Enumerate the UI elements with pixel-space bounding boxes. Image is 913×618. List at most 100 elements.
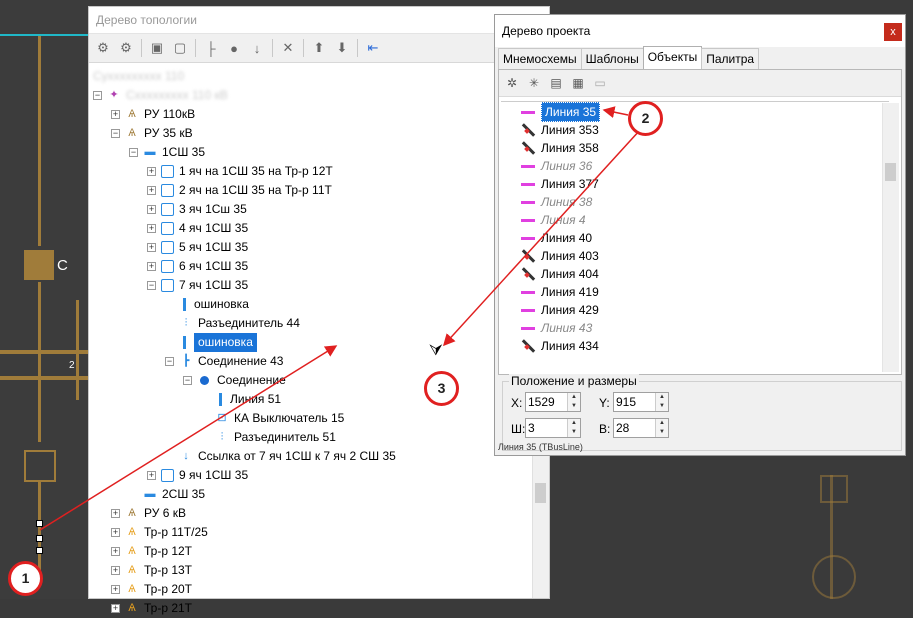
delete-icon[interactable]: ✕ bbox=[277, 37, 299, 59]
w-input[interactable] bbox=[526, 419, 570, 437]
collapse-icon[interactable]: − bbox=[111, 129, 120, 138]
object-list-item[interactable]: Линия 404 bbox=[521, 265, 599, 283]
tree-root[interactable]: − ✦ Сххххххххх 110 кВ bbox=[93, 86, 228, 105]
tree-node[interactable]: +2 яч на 1СШ 35 на Тр-р 11Т bbox=[147, 181, 332, 200]
add-object-icon[interactable]: ✲ bbox=[502, 73, 522, 93]
edit-icon[interactable]: ▦ bbox=[568, 73, 588, 93]
object-list-item[interactable]: Линия 403 bbox=[521, 247, 599, 265]
object-list-item[interactable]: Линия 419 bbox=[521, 283, 599, 301]
selection-handle[interactable] bbox=[36, 520, 43, 527]
tree-node[interactable]: − 7 яч 1СШ 35 bbox=[147, 276, 248, 295]
tree-node[interactable]: +5 яч 1СШ 35 bbox=[147, 238, 248, 257]
y-field[interactable]: ▲▼ bbox=[613, 392, 669, 412]
y-input[interactable] bbox=[614, 393, 658, 411]
object-list-item[interactable]: Линия 358 bbox=[521, 139, 599, 157]
spin-up-icon[interactable]: ▲ bbox=[567, 393, 580, 402]
tree-node[interactable]: +3 яч 1Сш 35 bbox=[147, 200, 247, 219]
h-input[interactable] bbox=[614, 419, 658, 437]
spin-up-icon[interactable]: ▲ bbox=[567, 419, 580, 428]
expand-icon[interactable]: + bbox=[111, 110, 120, 119]
tree-node[interactable]: ▬ 2СШ 35 bbox=[129, 485, 206, 504]
expand-icon[interactable]: + bbox=[147, 205, 156, 214]
tree-node[interactable]: + Ѧ Тр-р 13Т bbox=[111, 561, 192, 580]
object-list-item[interactable]: Линия 35 bbox=[521, 102, 601, 122]
tree-node[interactable]: − Соединение bbox=[183, 371, 286, 390]
object-list-item[interactable]: Линия 36 bbox=[521, 157, 592, 175]
tree-node[interactable]: − ┣ Соединение 43 bbox=[165, 352, 283, 371]
topology-tree[interactable]: Суххххххххх 110 − ✦ Сххххххххх 110 кВ + Ѧ… bbox=[89, 63, 533, 615]
tree-add-icon[interactable]: ⚙ bbox=[92, 37, 114, 59]
expand-icon[interactable]: + bbox=[147, 186, 156, 195]
collapse-icon[interactable]: − bbox=[183, 376, 192, 385]
spin-down-icon[interactable]: ▼ bbox=[567, 402, 580, 411]
tab-templates[interactable]: Шаблоны bbox=[580, 48, 644, 69]
expand-icon[interactable]: + bbox=[111, 547, 120, 556]
scroll-thumb[interactable] bbox=[535, 483, 546, 503]
objects-scrollbar[interactable] bbox=[882, 103, 899, 372]
frame-icon[interactable]: ▢ bbox=[169, 37, 191, 59]
move-up-icon[interactable]: ⬆ bbox=[308, 37, 330, 59]
spin-up-icon[interactable]: ▲ bbox=[655, 419, 668, 428]
tree-node[interactable]: ошиновка bbox=[165, 333, 257, 352]
tree-node[interactable]: − ▬ 1СШ 35 bbox=[129, 143, 205, 162]
branch-icon[interactable]: ├ bbox=[200, 37, 222, 59]
arrow-down-icon[interactable]: ↓ bbox=[246, 37, 268, 59]
object-list-item[interactable]: Линия 434 bbox=[521, 337, 599, 355]
tree-node[interactable]: ⫶ Разъединитель 44 bbox=[165, 314, 300, 333]
tree-node[interactable]: ↓ Ссылка от 7 яч 1СШ к 7 яч 2 СШ 35 bbox=[165, 447, 396, 466]
expand-icon[interactable]: + bbox=[147, 262, 156, 271]
spin-up-icon[interactable]: ▲ bbox=[655, 393, 668, 402]
object-list-item[interactable]: Линия 377 bbox=[521, 175, 599, 193]
collapse-icon[interactable]: − bbox=[93, 91, 102, 100]
spin-down-icon[interactable]: ▼ bbox=[655, 428, 668, 437]
tab-objects[interactable]: Объекты bbox=[642, 46, 703, 69]
collapse-icon[interactable]: − bbox=[147, 281, 156, 290]
tab-mnemoschemes[interactable]: Мнемосхемы bbox=[498, 48, 582, 69]
tree-node[interactable]: +4 яч 1СШ 35 bbox=[147, 219, 248, 238]
tree-node[interactable]: + Ѧ РУ 110кВ bbox=[111, 105, 195, 124]
tree-node[interactable]: + Ѧ Тр-р 11Т/25 bbox=[111, 523, 208, 542]
object-list-item[interactable]: Линия 40 bbox=[521, 229, 592, 247]
schematic-canvas-left[interactable]: С 2 bbox=[0, 0, 90, 599]
move-down-icon[interactable]: ⬇ bbox=[331, 37, 353, 59]
tree-node[interactable]: + Ѧ Тр-р 21Т bbox=[111, 599, 192, 618]
shirt-icon[interactable]: ▣ bbox=[146, 37, 168, 59]
expand-icon[interactable]: + bbox=[111, 585, 120, 594]
expand-icon[interactable]: + bbox=[111, 528, 120, 537]
tree-collapse-icon[interactable]: ⚙ bbox=[115, 37, 137, 59]
close-button[interactable]: x bbox=[884, 23, 902, 41]
object-list-item[interactable]: Линия 429 bbox=[521, 301, 599, 319]
collapse-icon[interactable]: − bbox=[165, 357, 174, 366]
selection-handle[interactable] bbox=[36, 535, 43, 542]
tree-node[interactable]: + Ѧ Тр-р 20Т bbox=[111, 580, 192, 599]
x-input[interactable] bbox=[526, 393, 570, 411]
spin-down-icon[interactable]: ▼ bbox=[655, 402, 668, 411]
tab-palette[interactable]: Палитра bbox=[701, 48, 760, 69]
collapse-icon[interactable]: − bbox=[129, 148, 138, 157]
folder-icon[interactable]: ▭ bbox=[590, 73, 610, 93]
tree-node[interactable]: ⫶ Разъединитель 51 bbox=[201, 428, 336, 447]
objects-list[interactable]: Линия 35 Линия 353 Линия 358 Линия 36 Линия … bbox=[501, 101, 889, 374]
expand-icon[interactable]: + bbox=[111, 604, 120, 613]
scroll-thumb[interactable] bbox=[885, 163, 896, 181]
expand-icon[interactable]: + bbox=[111, 509, 120, 518]
expand-icon[interactable]: + bbox=[147, 471, 156, 480]
schematic-canvas-right[interactable] bbox=[550, 455, 913, 599]
tree-node[interactable]: + Ѧ РУ 6 кВ bbox=[111, 504, 186, 523]
w-field[interactable]: ▲▼ bbox=[525, 418, 581, 438]
remove-object-icon[interactable]: ✳ bbox=[524, 73, 544, 93]
expand-icon[interactable]: + bbox=[147, 243, 156, 252]
tree-node[interactable]: + Ѧ Тр-р 12Т bbox=[111, 542, 192, 561]
expand-icon[interactable]: + bbox=[147, 167, 156, 176]
tree-node[interactable]: +1 яч на 1СШ 35 на Тр-р 12Т bbox=[147, 162, 333, 181]
expand-icon[interactable]: + bbox=[147, 224, 156, 233]
circle-icon[interactable]: ● bbox=[223, 37, 245, 59]
move-left-icon[interactable]: ⇤ bbox=[362, 37, 384, 59]
object-list-item[interactable]: Линия 38 bbox=[521, 193, 592, 211]
tree-node[interactable]: +9 яч 1СШ 35 bbox=[147, 466, 248, 485]
properties-icon[interactable]: ▤ bbox=[546, 73, 566, 93]
spin-down-icon[interactable]: ▼ bbox=[567, 428, 580, 437]
tree-node[interactable]: − Ѧ РУ 35 кВ bbox=[111, 124, 193, 143]
object-list-item[interactable]: Линия 4 bbox=[521, 211, 586, 229]
tree-node[interactable]: +6 яч 1СШ 35 bbox=[147, 257, 248, 276]
